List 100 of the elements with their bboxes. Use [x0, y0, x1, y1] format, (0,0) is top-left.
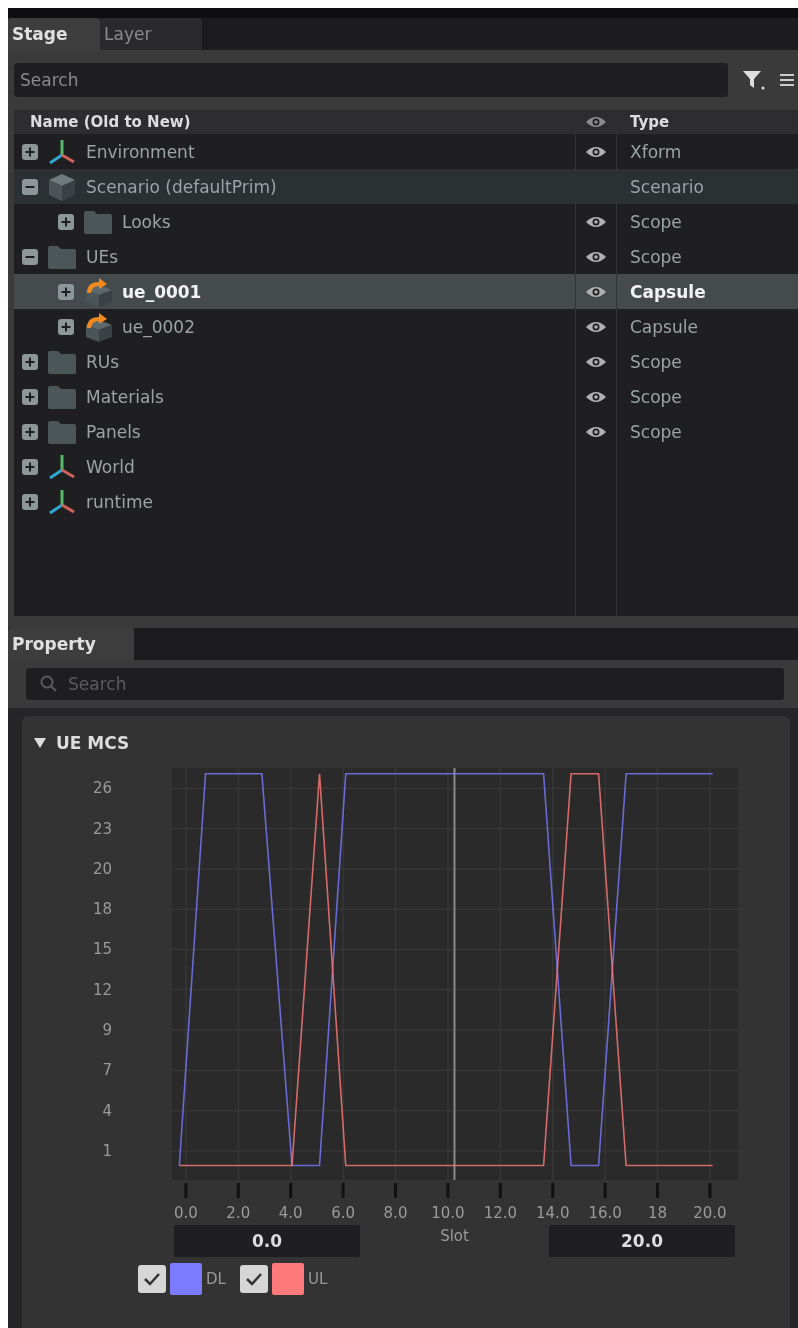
type-label: Capsule: [630, 281, 706, 302]
axis-label: 18: [92, 900, 112, 919]
search-field[interactable]: Search: [26, 668, 784, 700]
eye-icon[interactable]: [585, 144, 607, 159]
search-icon: [40, 675, 58, 693]
type-label: Capsule: [630, 316, 698, 337]
cube-icon: [47, 171, 77, 202]
tick-mark: [551, 1183, 555, 1198]
eye-icon[interactable]: [585, 249, 607, 264]
folder-icon: [83, 208, 113, 235]
tick-mark: [603, 1183, 607, 1198]
axis-label: 8.0: [383, 1204, 408, 1222]
axis-label: 20.0: [693, 1204, 727, 1222]
filter-icon[interactable]: [742, 69, 766, 91]
expand-icon[interactable]: [22, 458, 38, 475]
type-label: Scenario: [630, 176, 704, 197]
expand-icon[interactable]: [58, 318, 74, 335]
tree-item-label: Materials: [86, 386, 164, 407]
axis-label: 20: [92, 859, 112, 878]
axis-label: 6.0: [331, 1204, 356, 1222]
expand-icon[interactable]: [22, 493, 38, 510]
eye-icon[interactable]: [585, 389, 607, 404]
tab[interactable]: Layer: [100, 18, 202, 50]
axis-label: 7: [102, 1061, 112, 1080]
tree-item-label: runtime: [86, 491, 153, 512]
checkmark-icon: [143, 1272, 161, 1286]
folder-icon: [47, 383, 77, 410]
collapse-icon[interactable]: [22, 178, 38, 195]
tree-item-label: RUs: [86, 351, 120, 372]
expand-icon[interactable]: [22, 388, 38, 405]
axis-label: 23: [92, 819, 112, 838]
folder-icon: [47, 243, 77, 270]
axis-label: 10.0: [431, 1204, 465, 1222]
caret-down-icon[interactable]: [34, 738, 46, 748]
tree-row[interactable]: ue_0001 Capsule: [14, 274, 798, 309]
eye-icon[interactable]: [585, 424, 607, 439]
axis-label: 12.0: [483, 1204, 518, 1222]
type-label: Xform: [630, 141, 682, 162]
axes-icon: [47, 487, 77, 516]
type-label: Scope: [630, 211, 682, 232]
axis-label: 2.0: [226, 1204, 251, 1222]
axis-label: 1: [102, 1142, 112, 1160]
expand-icon[interactable]: [22, 353, 38, 370]
tick-mark: [289, 1183, 293, 1198]
tree-item-label: UEs: [86, 246, 119, 267]
collapse-icon[interactable]: [22, 248, 38, 265]
tick-mark: [446, 1183, 450, 1198]
axis-label: 9: [102, 1021, 112, 1040]
expand-icon[interactable]: [22, 423, 38, 440]
tree-item-label: ue_0002: [122, 316, 195, 337]
axis-label: 15: [92, 940, 112, 959]
tick-mark: [341, 1183, 345, 1198]
tree-item-label: Scenario (defaultPrim): [86, 176, 277, 197]
tick-mark: [498, 1183, 502, 1198]
tick-mark: [236, 1183, 240, 1198]
axis-label: 18: [648, 1204, 668, 1222]
tree-item-label: World: [86, 456, 135, 477]
tree-item-label: Looks: [122, 211, 171, 232]
type-label: Scope: [630, 386, 682, 407]
axis-label: 26: [92, 779, 112, 798]
checkmark-icon: [244, 1272, 263, 1286]
axis-label: 12: [92, 980, 112, 999]
tree-item-label: Panels: [86, 421, 141, 442]
folder-icon: [47, 348, 77, 375]
tick-mark: [184, 1183, 188, 1198]
eye-icon[interactable]: [585, 214, 607, 229]
eye-icon[interactable]: [585, 115, 607, 129]
type-label: Scope: [630, 421, 682, 442]
tick-mark: [394, 1183, 397, 1198]
eye-icon[interactable]: [585, 319, 607, 334]
legend-label: DL: [206, 1270, 226, 1288]
search-field[interactable]: Search: [14, 63, 728, 97]
type-label: Scope: [630, 351, 682, 372]
axis-label: 16.0: [588, 1204, 622, 1222]
expand-icon[interactable]: [58, 283, 74, 300]
max-field[interactable]: 20.0: [549, 1225, 735, 1257]
type-label: Scope: [630, 246, 682, 267]
axes-icon: [47, 137, 77, 166]
axes-icon: [47, 452, 77, 481]
min-field[interactable]: 0.0: [174, 1225, 360, 1257]
column-header[interactable]: Type: [630, 113, 670, 131]
checkbox[interactable]: [138, 1265, 166, 1293]
tab[interactable]: Stage: [8, 18, 100, 50]
tab[interactable]: Property: [8, 628, 134, 660]
tree-row[interactable]: Scenario (defaultPrim) Scenario: [14, 169, 798, 204]
expand-icon[interactable]: [58, 213, 74, 230]
column-header[interactable]: Name (Old to New): [30, 113, 191, 131]
checkbox[interactable]: [239, 1265, 268, 1293]
eye-icon[interactable]: [585, 284, 607, 299]
menu-icon[interactable]: [780, 72, 794, 88]
axis-label: 14.0: [536, 1204, 570, 1222]
axis-label: 4: [102, 1101, 112, 1120]
section-title: UE MCS: [56, 733, 130, 753]
axis-label: 4.0: [278, 1204, 303, 1222]
axis-label: 0.0: [173, 1204, 198, 1222]
expand-icon[interactable]: [22, 143, 38, 160]
eye-icon[interactable]: [585, 354, 607, 369]
cube-with-arrow-icon: [83, 276, 113, 307]
tree-item-label: ue_0001: [122, 281, 202, 302]
cube-with-arrow-icon: [83, 311, 113, 342]
